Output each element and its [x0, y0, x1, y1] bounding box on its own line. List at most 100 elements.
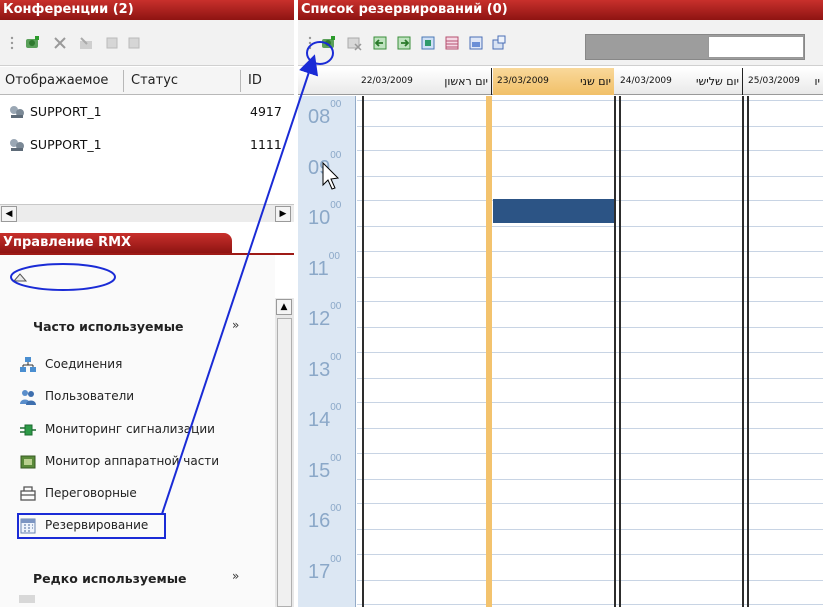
half-hour-line	[357, 327, 823, 328]
half-hour-line	[357, 479, 823, 480]
hour-line	[357, 352, 823, 353]
conference-icon	[10, 139, 24, 151]
users-icon	[20, 390, 36, 405]
day-view-icon[interactable]	[420, 35, 436, 51]
day-column-divider	[742, 96, 744, 607]
nav-item-reservations[interactable]: Резервирование	[15, 514, 265, 538]
next-item-icon	[19, 595, 35, 603]
conferences-horizontal-scrollbar[interactable]: ◀ ▶	[0, 204, 294, 222]
hardware-monitor-icon	[20, 455, 36, 469]
day-column-divider	[619, 96, 621, 607]
half-hour-line	[357, 580, 823, 581]
frequently-used-title: Часто используемые	[33, 319, 184, 334]
scroll-right-icon[interactable]: ▶	[275, 206, 291, 222]
day-date: 23/03/2009	[497, 76, 549, 86]
layout-conference-icon[interactable]	[126, 35, 142, 51]
scroll-left-icon[interactable]: ◀	[1, 206, 17, 222]
hour-label: 1000	[308, 200, 342, 229]
reserved-time-slot[interactable]	[493, 199, 614, 223]
hour-line	[357, 604, 823, 605]
week-view-icon[interactable]	[444, 35, 460, 51]
hour-line	[357, 150, 823, 151]
delete-conference-icon[interactable]	[52, 35, 68, 51]
day-header[interactable]: 24/03/2009 יום שלישי	[616, 68, 743, 95]
hour-label: 1200	[308, 301, 342, 330]
collapse-section-icon[interactable]: »	[232, 318, 239, 332]
half-hour-line	[357, 378, 823, 379]
nav-item-label: Монитор аппаратной части	[45, 454, 220, 468]
rmx-vertical-scrollbar[interactable]: ▲	[275, 298, 294, 607]
day-header[interactable]: 22/03/2009 יום ראשון	[357, 68, 492, 95]
calendar-grid[interactable]	[357, 96, 823, 607]
nav-item-connections[interactable]: Соединения	[15, 353, 265, 377]
day-weekday: יום ראשון	[444, 75, 488, 88]
conference-id: 4917	[250, 104, 282, 119]
nav-item-meeting-rooms[interactable]: Переговорные	[15, 482, 265, 506]
next-period-icon[interactable]	[396, 35, 412, 51]
previous-period-icon[interactable]	[372, 35, 388, 51]
table-row[interactable]: SUPPORT_1 1111	[0, 131, 294, 161]
calendar-day-header: 22/03/2009 יום ראשון 23/03/2009 יום שני …	[298, 68, 823, 95]
half-hour-line	[357, 226, 823, 227]
day-weekday: יום שני	[580, 75, 611, 88]
hour-line	[357, 402, 823, 403]
column-divider[interactable]	[123, 70, 124, 92]
rmx-management-panel: Часто используемые » Соединения Пользова…	[0, 255, 275, 607]
hour-label: 0800	[308, 99, 342, 128]
nav-item-signaling-monitor[interactable]: Мониторинг сигнализации	[15, 418, 265, 442]
time-column: 0800 0900 1000 1100 1200 1300 1400 1500 …	[298, 96, 356, 607]
half-hour-line	[357, 277, 823, 278]
half-hour-line	[357, 176, 823, 177]
reservation-filter-bar	[585, 34, 805, 60]
hour-label: 1700	[308, 554, 342, 583]
day-date: 22/03/2009	[361, 76, 413, 86]
connections-icon	[20, 357, 36, 372]
column-id[interactable]: ID	[248, 73, 262, 88]
column-display-name[interactable]: Отображаемое	[5, 73, 108, 88]
rmx-management-title: Управление RMX	[0, 233, 232, 253]
delete-reservation-icon[interactable]	[346, 35, 362, 51]
reservation-properties-icon[interactable]	[491, 35, 507, 51]
column-status[interactable]: Статус	[131, 73, 178, 88]
conference-settings-icon[interactable]	[78, 35, 94, 51]
half-hour-line	[357, 529, 823, 530]
half-hour-line	[357, 126, 823, 127]
day-header[interactable]: 25/03/2009 יו	[744, 68, 823, 95]
today-marker	[486, 96, 492, 607]
app-window: Конференции (2) Отображаемое Статус ID S…	[0, 0, 823, 607]
hour-line	[357, 554, 823, 555]
day-column-divider	[747, 96, 749, 607]
signaling-monitor-icon	[20, 424, 36, 436]
scrollbar-thumb[interactable]	[277, 318, 292, 607]
nav-item-label: Резервирование	[45, 518, 149, 532]
new-reservation-icon[interactable]	[320, 35, 336, 51]
scroll-up-icon[interactable]: ▲	[276, 299, 292, 315]
hour-label: 1500	[308, 453, 342, 482]
hour-label: 1400	[308, 402, 342, 431]
column-divider[interactable]	[240, 70, 241, 92]
month-view-icon[interactable]	[468, 35, 484, 51]
expand-section-icon[interactable]: »	[232, 569, 239, 583]
day-weekday: יו	[814, 75, 820, 88]
nav-item-label: Переговорные	[45, 486, 137, 500]
table-row[interactable]: SUPPORT_1 4917	[0, 98, 294, 128]
conference-id: 1111	[250, 137, 282, 152]
monitor-conference-icon[interactable]	[104, 35, 120, 51]
day-header-today[interactable]: 23/03/2009 יום שני	[493, 68, 614, 95]
collapse-triangle-icon[interactable]	[10, 270, 30, 284]
new-conference-icon[interactable]	[24, 35, 40, 51]
nav-item-users[interactable]: Пользователи	[15, 385, 265, 409]
conference-icon	[10, 106, 24, 118]
hour-line	[357, 453, 823, 454]
meeting-rooms-icon	[20, 486, 36, 501]
hour-line	[357, 100, 823, 101]
conference-name: SUPPORT_1	[30, 137, 102, 152]
rarely-used-title: Редко используемые	[33, 571, 187, 586]
reservation-search-input[interactable]	[708, 36, 804, 58]
nav-item-label: Мониторинг сигнализации	[45, 422, 215, 436]
reservations-toolbar	[298, 20, 823, 66]
hour-label: 1300	[308, 352, 342, 381]
hour-label: 1100	[308, 251, 340, 280]
conferences-toolbar	[0, 20, 294, 66]
nav-item-hardware-monitor[interactable]: Монитор аппаратной части	[15, 450, 265, 474]
